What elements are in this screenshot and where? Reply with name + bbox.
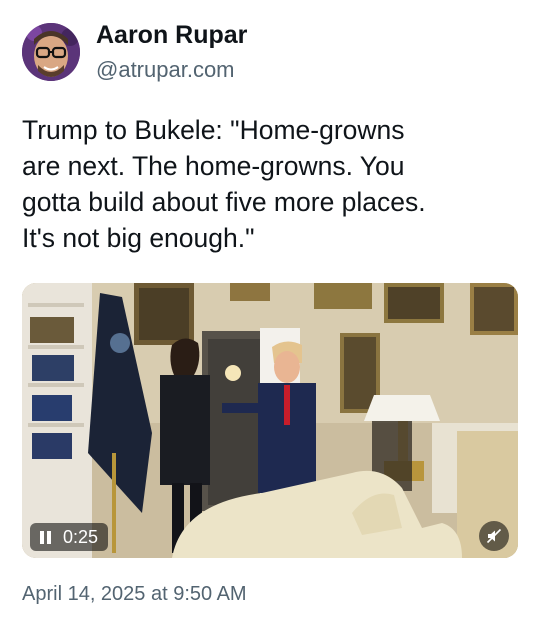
tweet-text: Trump to Bukele: "Home-growns are next. …: [22, 115, 426, 253]
pause-icon[interactable]: [40, 530, 51, 544]
video-frame: [22, 283, 518, 558]
tweet-header: Aaron Rupar @atrupar.com: [22, 20, 247, 84]
mute-button[interactable]: [479, 521, 509, 551]
tweet-timestamp[interactable]: April 14, 2025 at 9:50 AM: [22, 583, 247, 606]
author-handle[interactable]: @atrupar.com: [96, 56, 247, 84]
author-display-name[interactable]: Aaron Rupar: [96, 20, 247, 50]
mute-icon: [486, 528, 502, 544]
video-player[interactable]: 0:25: [22, 283, 518, 558]
video-elapsed-time: 0:25: [63, 526, 99, 547]
video-time-pill[interactable]: 0:25: [30, 523, 109, 551]
avatar[interactable]: [22, 23, 80, 81]
